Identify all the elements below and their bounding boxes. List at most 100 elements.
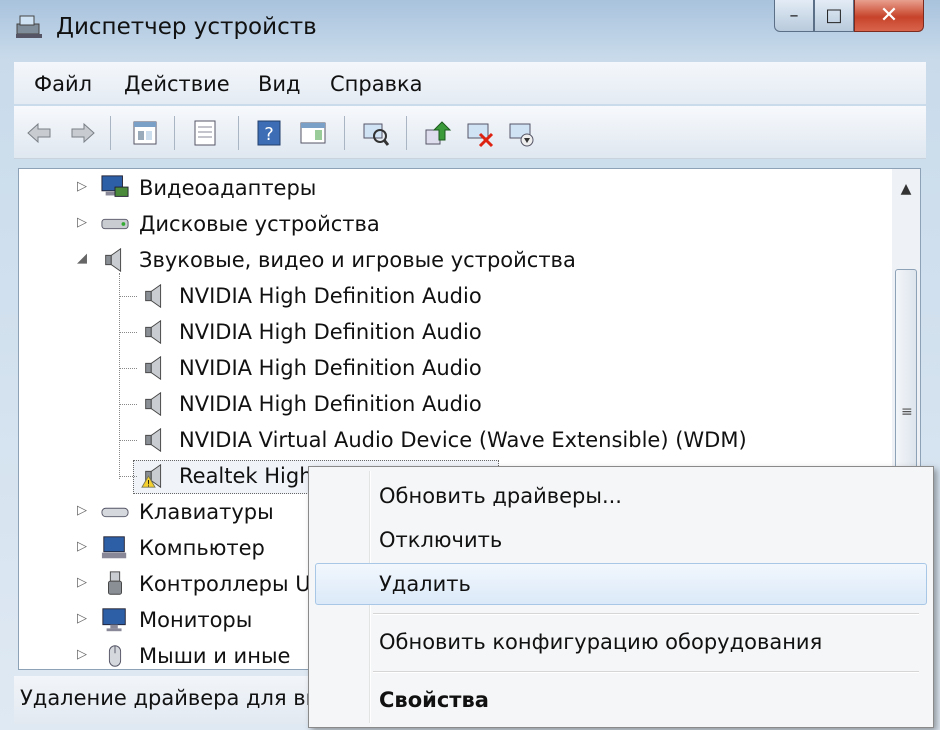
tree-row-label: Realtek High bbox=[179, 464, 313, 488]
help-icon[interactable]: ? bbox=[254, 118, 284, 148]
forward-icon[interactable] bbox=[68, 118, 98, 148]
menu-help[interactable]: Справка bbox=[330, 72, 423, 96]
expander-arrow-icon[interactable]: ▷ bbox=[77, 215, 87, 230]
tree-category[interactable]: Видеоадаптеры bbox=[99, 171, 316, 205]
tree-child-device[interactable]: NVIDIA High Definition Audio bbox=[139, 279, 482, 313]
scroll-up-arrow-icon[interactable]: ▲ bbox=[892, 175, 920, 203]
speaker-icon bbox=[145, 427, 162, 453]
uninstall-device-icon[interactable] bbox=[506, 118, 536, 148]
action-pane-icon[interactable] bbox=[298, 118, 328, 148]
toolbar-separator bbox=[110, 116, 111, 150]
tree-category[interactable]: Мониторы bbox=[99, 603, 252, 637]
tree-row-label: Дисковые устройства bbox=[139, 212, 380, 236]
computer-icon bbox=[101, 536, 127, 559]
disable-device-icon[interactable] bbox=[464, 118, 494, 148]
tree-connector-line bbox=[119, 404, 137, 405]
toolbar-separator bbox=[406, 116, 407, 150]
toolbar-separator bbox=[344, 116, 345, 150]
menu-item-disable[interactable]: Отключить bbox=[315, 519, 927, 561]
grip-icon: ≡ bbox=[901, 404, 913, 420]
tree-child-device[interactable]: NVIDIA Virtual Audio Device (Wave Extens… bbox=[139, 423, 747, 457]
display-adapter-icon bbox=[101, 175, 129, 197]
tree-category[interactable]: Дисковые устройства bbox=[99, 207, 380, 241]
expander-arrow-icon[interactable]: ◢ bbox=[77, 251, 87, 266]
speaker-icon bbox=[145, 391, 162, 417]
expander-arrow-icon[interactable]: ▷ bbox=[77, 575, 87, 590]
menu-separator bbox=[373, 613, 919, 615]
menu-separator bbox=[373, 671, 919, 673]
tree-connector-vertical bbox=[119, 273, 120, 479]
tree-category[interactable]: Компьютер bbox=[99, 531, 265, 565]
menu-file[interactable]: Файл bbox=[34, 72, 92, 96]
tree-row-label: Мыши и иные bbox=[139, 644, 291, 668]
menu-bar: Файл Действие Вид Справка bbox=[14, 62, 926, 104]
svg-text:?: ? bbox=[264, 124, 274, 145]
tree-category[interactable]: Клавиатуры bbox=[99, 495, 274, 529]
toolbar-separator bbox=[174, 116, 175, 150]
menu-item-properties[interactable]: Свойства bbox=[315, 679, 927, 721]
speaker-icon bbox=[105, 247, 122, 273]
tree-row-label: Звуковые, видео и игровые устройства bbox=[139, 248, 576, 272]
tree-connector-line bbox=[119, 368, 137, 369]
tree-row-label: NVIDIA High Definition Audio bbox=[179, 392, 482, 416]
caption-buttons: – □ ✕ bbox=[774, 0, 924, 34]
menu-view[interactable]: Вид bbox=[258, 72, 301, 96]
menu-item-scan-hardware[interactable]: Обновить конфигурацию оборудования bbox=[315, 621, 927, 663]
tree-row-label: NVIDIA High Definition Audio bbox=[179, 284, 482, 308]
tree-child-device[interactable]: NVIDIA High Definition Audio bbox=[139, 387, 482, 421]
tree-row-label: Компьютер bbox=[139, 536, 265, 560]
maximize-icon: □ bbox=[825, 5, 843, 26]
warning-speaker-icon: ! bbox=[141, 463, 162, 488]
properties-sheet-icon[interactable] bbox=[130, 118, 160, 148]
monitor-icon bbox=[102, 608, 126, 632]
keyboard-icon bbox=[101, 507, 129, 518]
expander-arrow-icon[interactable]: ▷ bbox=[77, 647, 87, 662]
maximize-button[interactable]: □ bbox=[814, 0, 854, 32]
back-icon[interactable] bbox=[24, 118, 54, 148]
tree-connector-line bbox=[119, 296, 137, 297]
expander-arrow-icon[interactable]: ▷ bbox=[77, 611, 87, 626]
device-manager-icon bbox=[16, 15, 42, 38]
expander-arrow-icon[interactable]: ▷ bbox=[77, 539, 87, 554]
toolbar-separator bbox=[238, 116, 239, 150]
tree-category[interactable]: Мыши и иные bbox=[99, 639, 291, 669]
disk-drive-icon bbox=[101, 218, 129, 230]
tree-row-label: Контроллеры U bbox=[139, 572, 311, 596]
svg-text:!: ! bbox=[147, 478, 150, 488]
minimize-icon: – bbox=[789, 5, 799, 26]
device-manager-window: Диспетчер устройств – □ ✕ Файл Действие … bbox=[0, 0, 940, 730]
speaker-icon bbox=[145, 283, 162, 309]
tree-row-label: Клавиатуры bbox=[139, 500, 274, 524]
menu-action[interactable]: Действие bbox=[124, 72, 230, 96]
tree-row-label: Мониторы bbox=[139, 608, 253, 632]
menu-item-uninstall[interactable]: Удалить bbox=[315, 563, 927, 605]
scan-hardware-icon[interactable] bbox=[360, 118, 390, 148]
show-hidden-icon[interactable] bbox=[190, 118, 220, 148]
tree-child-device[interactable]: NVIDIA High Definition Audio bbox=[139, 351, 482, 385]
minimize-button[interactable]: – bbox=[774, 0, 814, 32]
speaker-icon bbox=[145, 319, 162, 345]
status-text: Удаление драйвера для вы bbox=[20, 686, 323, 710]
tree-row-label: NVIDIA High Definition Audio bbox=[179, 356, 482, 380]
tree-row-label: Видеоадаптеры bbox=[139, 176, 317, 200]
tree-child-device[interactable]: NVIDIA High Definition Audio bbox=[139, 315, 482, 349]
context-menu: Обновить драйверы... Отключить Удалить О… bbox=[308, 466, 934, 728]
menu-item-update-drivers[interactable]: Обновить драйверы... bbox=[315, 475, 927, 517]
toolbar: ? bbox=[14, 106, 926, 159]
close-button[interactable]: ✕ bbox=[854, 0, 924, 32]
tree-category[interactable]: Контроллеры U bbox=[99, 567, 311, 601]
tree-child-device[interactable]: ! Realtek High bbox=[139, 459, 313, 493]
tree-connector-line bbox=[119, 476, 137, 477]
speaker-icon bbox=[145, 355, 162, 381]
close-icon: ✕ bbox=[879, 3, 899, 28]
mouse-icon bbox=[108, 645, 122, 667]
expander-arrow-icon[interactable]: ▷ bbox=[77, 179, 87, 194]
expander-arrow-icon[interactable]: ▷ bbox=[77, 503, 87, 518]
tree-row-label: NVIDIA High Definition Audio bbox=[179, 320, 482, 344]
tree-row-label: NVIDIA Virtual Audio Device (Wave Extens… bbox=[179, 428, 747, 452]
tree-category[interactable]: Звуковые, видео и игровые устройства bbox=[99, 243, 576, 277]
update-driver-icon[interactable] bbox=[422, 118, 452, 148]
tree-connector-line bbox=[119, 332, 137, 333]
tree-connector-line bbox=[119, 440, 137, 441]
title-bar[interactable]: Диспетчер устройств – □ ✕ bbox=[0, 0, 940, 58]
